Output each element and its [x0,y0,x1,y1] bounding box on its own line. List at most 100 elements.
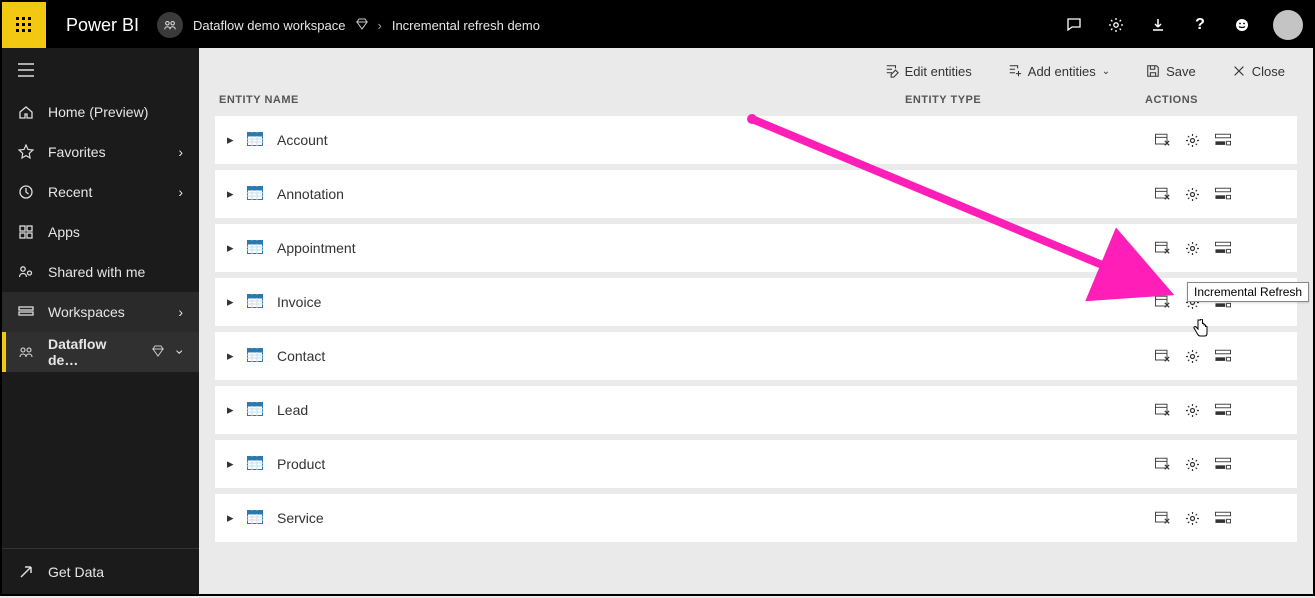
nav-label: Shared with me [48,264,145,280]
breadcrumb-workspace[interactable]: Dataflow demo workspace [193,18,345,33]
expand-caret-icon[interactable]: ▸ [227,240,241,256]
settings-action-icon[interactable] [1185,457,1201,471]
chevron-right-icon: › [178,144,183,160]
chevron-down-icon: ⌄ [1102,66,1110,77]
app-launcher-button[interactable] [2,2,46,48]
incremental-refresh-action-icon[interactable] [1215,403,1231,417]
settings-action-icon[interactable] [1185,133,1201,147]
expand-caret-icon[interactable]: ▸ [227,402,241,418]
incremental-refresh-action-icon[interactable] [1215,349,1231,363]
download-icon [1150,17,1166,33]
nav-get-data[interactable]: Get Data [2,548,199,594]
entity-row[interactable]: ▸ Account [215,116,1297,164]
col-actions: Actions [1145,94,1285,106]
nav-workspaces[interactable]: Workspaces › [2,292,199,332]
waffle-icon [16,17,32,33]
properties-action-icon[interactable] [1155,349,1171,363]
entity-name: Contact [277,348,915,364]
shared-icon [18,264,34,280]
properties-action-icon[interactable] [1155,295,1171,309]
chevron-right-icon: › [178,304,183,320]
nav-home[interactable]: Home (Preview) [2,92,199,132]
nav-label: Recent [48,184,92,200]
incremental-refresh-action-icon[interactable] [1215,511,1231,525]
nav-shared[interactable]: Shared with me [2,252,199,292]
breadcrumb-separator: › [378,18,382,33]
brand-label: Power BI [46,15,157,36]
nav-favorites[interactable]: Favorites › [2,132,199,172]
incremental-refresh-action-icon[interactable] [1215,133,1231,147]
expand-caret-icon[interactable]: ▸ [227,186,241,202]
nav-apps[interactable]: Apps [2,212,199,252]
col-entity-name: Entity Name [219,94,905,106]
entity-row[interactable]: ▸ Lead [215,386,1297,434]
properties-action-icon[interactable] [1155,133,1171,147]
table-entity-icon [247,348,263,365]
entity-row[interactable]: ▸ Appointment [215,224,1297,272]
breadcrumb-item[interactable]: Incremental refresh demo [392,18,540,33]
save-button[interactable]: Save [1146,64,1196,79]
nav-workspace-name: Dataflow de… [48,336,134,368]
workspace-icon [157,12,183,38]
properties-action-icon[interactable] [1155,241,1171,255]
nav-label: Apps [48,224,80,240]
entity-name: Invoice [277,294,915,310]
table-entity-icon [247,294,263,311]
help-button[interactable]: ? [1179,2,1221,48]
premium-diamond-icon [152,344,164,360]
entity-row[interactable]: ▸ Invoice [215,278,1297,326]
expand-caret-icon[interactable]: ▸ [227,348,241,364]
properties-action-icon[interactable] [1155,403,1171,417]
expand-caret-icon[interactable]: ▸ [227,132,241,148]
nav-recent[interactable]: Recent › [2,172,199,212]
expand-caret-icon[interactable]: ▸ [227,294,241,310]
table-entity-icon [247,240,263,257]
clock-icon [18,184,34,200]
incremental-refresh-action-icon[interactable] [1215,241,1231,255]
entity-row[interactable]: ▸ Contact [215,332,1297,380]
chevron-right-icon: › [178,184,183,200]
settings-action-icon[interactable] [1185,187,1201,201]
add-entities-button[interactable]: Add entities ⌄ [1008,64,1110,79]
download-button[interactable] [1137,2,1179,48]
expand-caret-icon[interactable]: ▸ [227,456,241,472]
premium-diamond-icon [356,18,368,33]
smile-button[interactable] [1221,2,1263,48]
entity-row[interactable]: ▸ Service [215,494,1297,542]
properties-action-icon[interactable] [1155,187,1171,201]
breadcrumb: Dataflow demo workspace › Incremental re… [157,12,540,38]
nav-current-workspace[interactable]: Dataflow de… › [2,332,199,372]
tooltip-incremental-refresh: Incremental Refresh [1187,282,1309,302]
settings-action-icon[interactable] [1185,511,1201,525]
properties-action-icon[interactable] [1155,511,1171,525]
home-icon [18,104,34,120]
close-button[interactable]: Close [1232,64,1285,79]
incremental-refresh-action-icon[interactable] [1215,457,1231,471]
feedback-button[interactable] [1053,2,1095,48]
entity-name: Lead [277,402,915,418]
nav-label: Home (Preview) [48,104,148,120]
nav-label: Get Data [48,564,104,580]
settings-button[interactable] [1095,2,1137,48]
col-entity-type: Entity Type [905,94,1145,106]
entity-name: Appointment [277,240,915,256]
chat-icon [1066,17,1082,33]
settings-action-icon[interactable] [1185,241,1201,255]
entity-row[interactable]: ▸ Product [215,440,1297,488]
properties-action-icon[interactable] [1155,457,1171,471]
get-data-icon [18,564,34,580]
incremental-refresh-action-icon[interactable] [1215,187,1231,201]
edit-icon [885,64,899,78]
settings-action-icon[interactable] [1185,403,1201,417]
workspaces-icon [18,304,34,320]
expand-caret-icon[interactable]: ▸ [227,510,241,526]
table-entity-icon [247,402,263,419]
edit-entities-button[interactable]: Edit entities [885,64,972,79]
settings-action-icon[interactable] [1185,349,1201,363]
chevron-down-icon: › [173,350,189,355]
user-avatar[interactable] [1273,10,1303,40]
nav-toggle-button[interactable] [2,48,199,92]
entity-row[interactable]: ▸ Annotation [215,170,1297,218]
entity-name: Annotation [277,186,915,202]
add-icon [1008,64,1022,78]
